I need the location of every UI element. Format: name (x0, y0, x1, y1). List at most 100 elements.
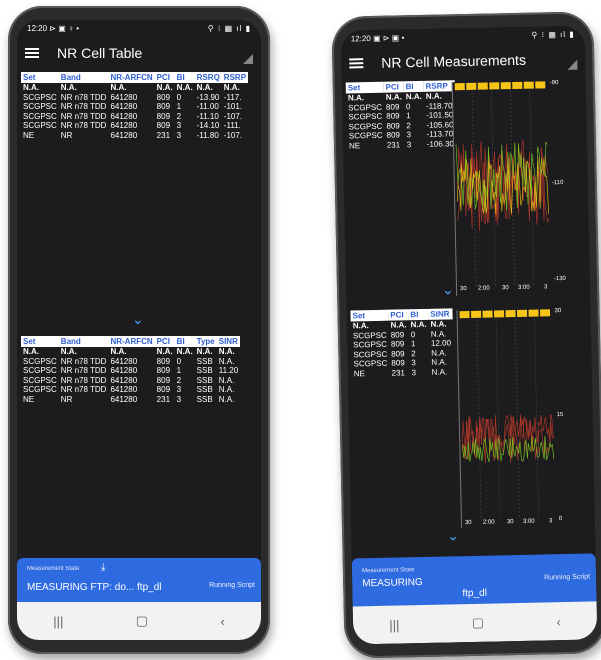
table-row[interactable]: SCGPSC NR n78 TDD 641280 809 2 SSB N.A. (21, 376, 240, 386)
table-row[interactable]: SCGPSC NR n78 TDD 641280 809 3 SSB N.A. (21, 385, 240, 395)
column-header[interactable]: PCI (154, 336, 175, 347)
chevron-down-icon[interactable]: ⌄ (447, 527, 459, 543)
table-cell: N.A. (223, 83, 240, 92)
column-header[interactable]: Set (345, 81, 384, 94)
chart-marker-icon (459, 310, 470, 319)
table-row[interactable]: SCGPSC NR n78 TDD 641280 809 0 SSB N.A. (21, 357, 240, 367)
grid-line (476, 319, 482, 518)
status-icons-right: ⚲ ⁝ ▦ ıl ▮ (207, 23, 251, 33)
status-bar: 12:20 ⊳ ▣ ♀ • ⚲ ⁝ ▦ ıl ▮ (17, 20, 261, 36)
table-cell: N.A. (405, 91, 422, 102)
table-cell: -111. (223, 121, 241, 130)
table-cell: -113.70 (426, 129, 454, 139)
table-cell: 12.00 (430, 338, 452, 348)
table-cell: 809 (156, 385, 171, 394)
table-cell: -11.10 (196, 111, 219, 121)
clock: 12:20 (350, 33, 371, 43)
table-cell: N.A. (390, 320, 407, 330)
recent-apps-button[interactable]: ||| (53, 614, 63, 629)
table-cell: N.A. (196, 347, 213, 356)
menu-icon[interactable] (349, 58, 364, 69)
measurement-state-label: Measurement State (27, 566, 80, 572)
home-button[interactable]: ▢ (136, 613, 148, 629)
chart-marker-icon (539, 309, 551, 317)
column-header[interactable]: NR-ARFCN (108, 72, 155, 83)
table-row[interactable]: SCGPSC NR n78 TDD 641280 809 0 -13.90 -117. (21, 93, 248, 103)
column-header[interactable]: RSRQ (194, 72, 222, 83)
chevron-down-icon[interactable]: ⌄ (132, 312, 144, 326)
chevron-down-icon[interactable]: ⌄ (442, 281, 454, 297)
back-button[interactable]: ‹ (556, 614, 561, 629)
table-cell: SCGPSC (23, 356, 57, 366)
table-row[interactable]: N.A. N.A. N.A. N.A. N.A. N.A. N.A. (21, 347, 240, 357)
table-cell: 0 (405, 101, 411, 111)
table-cell: 2 (176, 111, 182, 121)
table-row[interactable]: SCGPSC NR n78 TDD 641280 809 1 SSB 11.20 (21, 366, 240, 376)
column-header[interactable]: Band (58, 72, 109, 83)
back-button[interactable]: ‹ (220, 614, 224, 629)
table-cell: 3 (411, 367, 417, 377)
y-tick-label: -90 (549, 80, 559, 87)
measurement-state-value: MEASURING FTP: do... ftp_dl (27, 582, 162, 593)
corner-resize-icon[interactable] (243, 54, 253, 64)
grid-line (495, 319, 501, 518)
table-cell: NR (60, 130, 73, 140)
table-cell: NR n78 TDD (60, 356, 107, 366)
table-cell: 1 (410, 339, 416, 349)
column-header[interactable]: SINR (216, 336, 241, 347)
table-cell: -13.90 (196, 92, 220, 102)
table-row[interactable]: SCGPSC NR n78 TDD 641280 809 2 -11.10 -107. (21, 112, 248, 122)
table-cell: 641280 (110, 130, 138, 140)
column-header[interactable]: Band (58, 336, 109, 347)
measurement-state-value: MEASURING (362, 577, 423, 590)
table-cell: -14.10 (196, 121, 220, 130)
column-header[interactable]: PCI (383, 81, 404, 93)
column-header[interactable]: RSRP (423, 80, 455, 92)
table-cell: SSB (196, 375, 213, 385)
table-cell: 809 (156, 102, 171, 111)
table-cell: 809 (156, 356, 171, 366)
table-cell: 641280 (110, 366, 138, 375)
table-cell: SCGPSC (23, 385, 57, 394)
column-header[interactable]: BI (174, 72, 195, 83)
rsrp-chart[interactable] (451, 80, 554, 297)
column-header[interactable]: BI (408, 308, 429, 321)
table-cell: NR n78 TDD (60, 121, 107, 130)
status-icons-left: ⊳ ▣ ♀ • (49, 23, 79, 33)
table-row[interactable]: NE NR 641280 231 3 SSB N.A. (21, 395, 240, 405)
column-header[interactable]: NR-ARFCN (108, 336, 155, 347)
column-header[interactable]: Set (21, 336, 59, 347)
table-row[interactable]: SCGPSC NR n78 TDD 641280 809 3 -14.10 -111. (21, 121, 248, 131)
table-cell: NE (23, 394, 35, 404)
running-script-label: Running Script (209, 582, 255, 589)
table-row[interactable]: NE NR 641280 231 3 -11.80 -107. (21, 131, 248, 141)
chart-marker-icon (512, 81, 523, 90)
recent-apps-button[interactable]: ||| (389, 617, 399, 632)
column-header[interactable]: PCI (388, 309, 409, 321)
home-button[interactable]: ▢ (472, 615, 485, 631)
table-cell: NE (348, 140, 361, 150)
column-header[interactable]: BI (174, 336, 195, 347)
column-header[interactable]: Set (350, 309, 389, 322)
column-header[interactable]: SINR (428, 308, 453, 320)
column-header[interactable]: PCI (154, 72, 175, 83)
table-row[interactable]: SCGPSC NR n78 TDD 641280 809 1 -11.00 -101. (21, 102, 248, 112)
table-cell: 1 (176, 366, 182, 375)
chart-marker-icon (477, 82, 488, 90)
table-cell: SCGPSC (23, 121, 57, 130)
column-header[interactable]: BI (403, 80, 424, 93)
table-cell: N.A. (60, 347, 77, 356)
column-header[interactable]: RSRP (221, 72, 249, 83)
table-cell: SCGPSC (23, 375, 57, 385)
screen-left: 12:20 ⊳ ▣ ♀ • ⚲ ⁝ ▦ ıl ▮ NR Cell Table S… (17, 20, 261, 640)
corner-resize-icon[interactable] (567, 59, 578, 70)
menu-icon[interactable] (25, 48, 39, 58)
column-header[interactable]: Type (194, 336, 217, 347)
table-cell: 2 (411, 348, 416, 358)
table-cell: 231 (391, 367, 406, 378)
table-cell: N.A. (156, 347, 173, 356)
table-row[interactable]: N.A. N.A. N.A. N.A. N.A. N.A. N.A. (21, 83, 248, 93)
column-header[interactable]: Set (21, 72, 59, 83)
sinr-chart[interactable] (456, 308, 559, 529)
table-cell: -107. (223, 111, 243, 121)
